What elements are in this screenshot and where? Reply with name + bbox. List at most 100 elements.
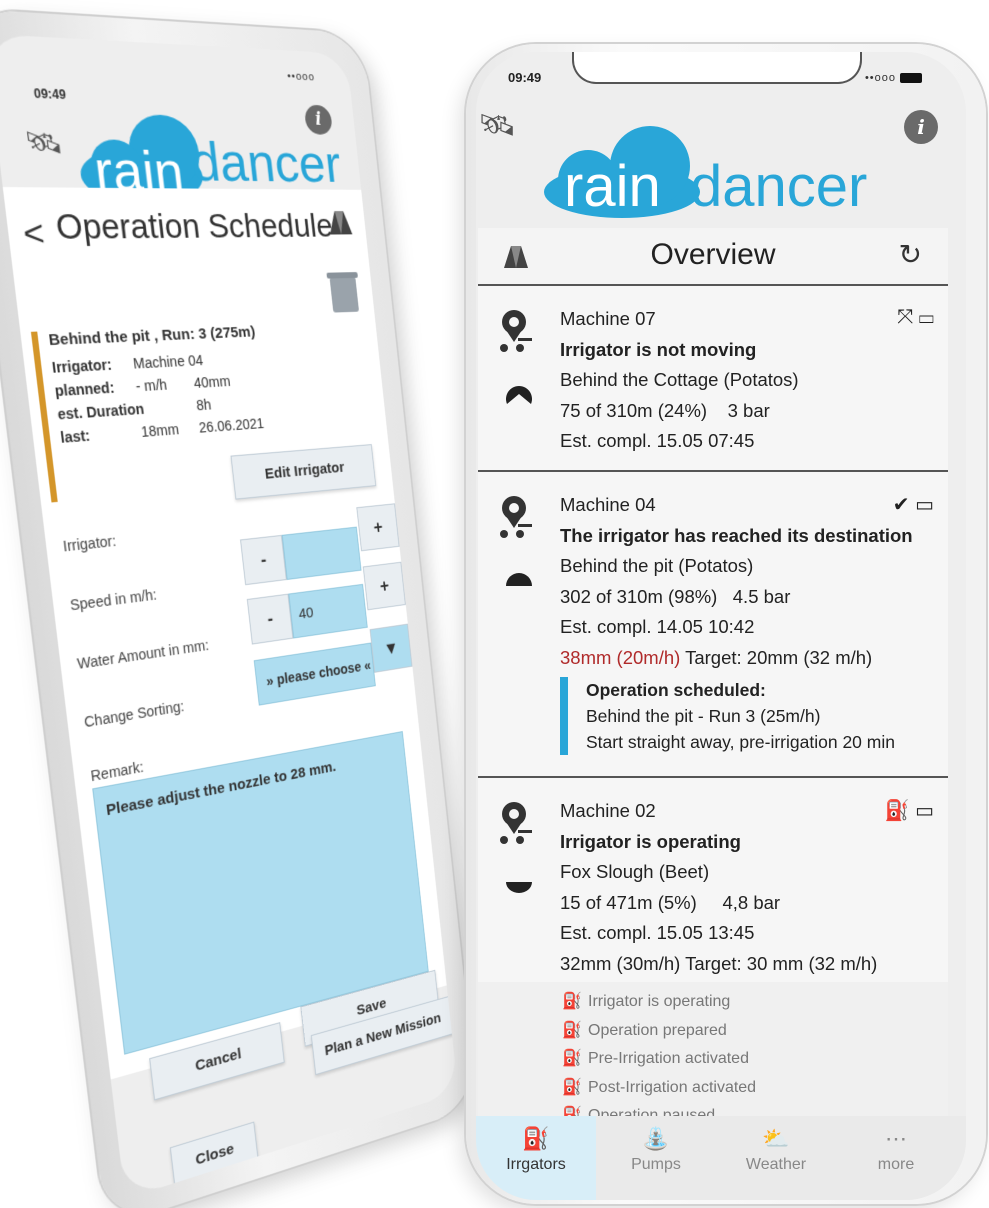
status-legend: ⛽ Irrigator is operating ⛽ Operation prepa…	[478, 982, 948, 1124]
status-time: 09:49	[508, 70, 542, 85]
location-pin-icon	[500, 496, 532, 538]
legend-item: ⛽ Irrigator is operating	[562, 988, 948, 1017]
planned-speed: - m/h	[134, 376, 168, 395]
machine-pressure: 4,8 bar	[722, 891, 781, 913]
machine-completion: Est. compl. 14.05 10:42	[560, 616, 755, 637]
post-irrigation-icon: ⛽	[562, 1078, 582, 1096]
planned-key: planned:	[53, 379, 116, 400]
irrigator-field-label: Irrigator:	[62, 532, 117, 555]
phone-right: 09:49 ••ooo i 🛰 rain dancer Overview ↻ ⤧…	[466, 44, 986, 1204]
machine-details: Machine 02 Irrigator is operating Fox Sl…	[560, 796, 938, 979]
back-icon[interactable]: <	[21, 213, 47, 255]
field-shape-icon	[506, 573, 532, 586]
legend-item: ⛽ Operation prepared	[562, 1017, 948, 1046]
satellite-icon[interactable]: 🛰	[23, 125, 64, 161]
tab-irrigators[interactable]: ⛽ Irrgators	[476, 1116, 596, 1200]
satellite-icon[interactable]: 🛰	[478, 108, 516, 143]
watering-can-icon: ⛽	[562, 993, 582, 1010]
machine-field: Behind the pit (Potatos)	[560, 555, 754, 576]
irrigator-key: Irrigator:	[51, 356, 113, 376]
signal-dots: ••ooo	[864, 72, 896, 84]
field-shape-icon	[506, 386, 532, 404]
logo-text-dancer: dancer	[188, 131, 344, 193]
raindancer-logo: rain dancer	[544, 126, 867, 219]
legend-label: Operation prepared	[588, 1021, 727, 1039]
machine-card[interactable]: ✔ ▭ Machine 04 The irrigator has reached…	[478, 472, 948, 778]
machine-target: Target: 20mm (32 m/h)	[685, 646, 873, 668]
tab-label: Pumps	[631, 1156, 681, 1173]
machine-progress: 302 of 310m (98%)	[560, 585, 718, 607]
machine-actual: 38mm (20m/h)	[560, 646, 681, 668]
schedule-header: < Operation Schedule	[2, 187, 370, 272]
sched-line-run: Behind the pit - Run 3 (25m/h)	[586, 706, 821, 726]
legend-item: ⛽ Post-Irrigation activated	[562, 1074, 948, 1103]
phone-notch	[572, 52, 862, 84]
machine-completion: Est. compl. 15.05 07:45	[560, 430, 755, 451]
legend-label: Post-Irrigation activated	[588, 1078, 757, 1096]
speed-field-label: Speed in m/h:	[69, 586, 158, 614]
chevron-down-icon[interactable]: ▼	[369, 623, 413, 673]
battery-icon	[900, 73, 922, 84]
machine-target-row: 38mm (20m/h) Target: 20mm (32 m/h)	[560, 643, 938, 674]
machine-details: Machine 07 Irrigator is not moving Behin…	[560, 304, 938, 457]
machine-progress-row: 75 of 310m (24%) 3 bar	[560, 396, 938, 427]
bottom-tab-bar: ⛽ Irrgators ⛲ Pumps ⛅ Weather ⋯ more	[476, 1116, 966, 1200]
machine-progress: 75 of 310m (24%)	[560, 399, 708, 421]
phone-left: ••ooo 09:49 i 🛰 rain dancer < Operation …	[0, 7, 478, 1208]
water-amount-input[interactable]: 40	[288, 583, 368, 639]
sorting-select[interactable]: » please choose «	[253, 642, 376, 706]
legend-item: ⛽ Pre-Irrigation activated	[562, 1045, 948, 1074]
refresh-icon[interactable]: ↻	[899, 238, 922, 271]
logo-text-rain: rain	[564, 154, 661, 219]
legend-label: Irrigator is operating	[588, 993, 731, 1010]
tab-pumps[interactable]: ⛲ Pumps	[596, 1116, 716, 1200]
speed-plus-button[interactable]: +	[356, 503, 400, 552]
signal-indicator: ••ooo	[286, 70, 316, 84]
tab-label: more	[877, 1156, 915, 1173]
tab-label: Irrgators	[506, 1156, 566, 1173]
map-icon[interactable]	[325, 207, 354, 236]
more-icon: ⋯	[885, 1126, 907, 1151]
weather-icon: ⛅	[762, 1126, 790, 1151]
machine-pressure: 4.5 bar	[732, 585, 791, 607]
sched-title: Operation scheduled:	[586, 680, 766, 700]
machine-progress-row: 15 of 471m (5%) 4,8 bar	[560, 888, 938, 919]
overview-screen: 09:49 ••ooo i 🛰 rain dancer Overview ↻ ⤧…	[476, 52, 966, 1200]
legend-label: Pre-Irrigation activated	[588, 1050, 749, 1067]
location-pin-icon	[500, 310, 532, 352]
page-title: Operation Schedule	[53, 206, 335, 247]
machine-status: Irrigator is not moving	[560, 338, 757, 360]
machine-progress-row: 302 of 310m (98%) 4.5 bar	[560, 582, 938, 613]
water-minus-button[interactable]: -	[246, 593, 294, 645]
logo-text-dancer: dancer	[690, 154, 867, 219]
machine-card[interactable]: ⤧ ▭ Machine 07 Irrigator is not moving B…	[478, 286, 948, 472]
trash-icon[interactable]	[329, 276, 360, 313]
tab-weather[interactable]: ⛅ Weather	[716, 1116, 836, 1200]
operation-schedule-screen: ••ooo 09:49 i 🛰 rain dancer < Operation …	[0, 33, 459, 1199]
sched-line-start: Start straight away, pre-irrigation 20 m…	[586, 732, 895, 752]
status-time: 09:49	[33, 86, 67, 103]
machine-name: Machine 02	[560, 800, 656, 821]
field-shape-icon	[506, 882, 532, 893]
speed-minus-button[interactable]: -	[240, 534, 287, 586]
watering-can-outline-icon: ⛽	[562, 1021, 582, 1039]
speed-input[interactable]	[281, 526, 362, 580]
last-key: last:	[59, 427, 91, 447]
location-pin-icon	[500, 802, 532, 844]
machine-name: Machine 04	[560, 494, 656, 515]
overview-header: Overview ↻	[478, 228, 948, 286]
water-plus-button[interactable]: +	[362, 561, 406, 611]
machine-details: Machine 04 The irrigator has reached its…	[560, 490, 938, 755]
machine-target: 32mm (30m/h) Target: 30 mm (32 m/h)	[560, 952, 878, 974]
pump-icon: ⛲	[642, 1126, 670, 1151]
pre-irrigation-icon: ⛽	[562, 1050, 582, 1067]
machine-card[interactable]: ⛽ ▭ Machine 02 Irrigator is operating Fo…	[478, 778, 948, 984]
tab-label: Weather	[745, 1156, 807, 1173]
water-field-label: Water Amount in mm:	[76, 636, 210, 673]
sorting-field-label: Change Sorting:	[83, 697, 186, 731]
tab-more[interactable]: ⋯ more	[836, 1116, 956, 1200]
machine-progress: 15 of 471m (5%)	[560, 891, 697, 913]
signal-indicator: ••ooo	[865, 72, 922, 84]
machine-pressure: 3 bar	[727, 399, 770, 421]
machine-status: Irrigator is operating	[560, 830, 741, 852]
